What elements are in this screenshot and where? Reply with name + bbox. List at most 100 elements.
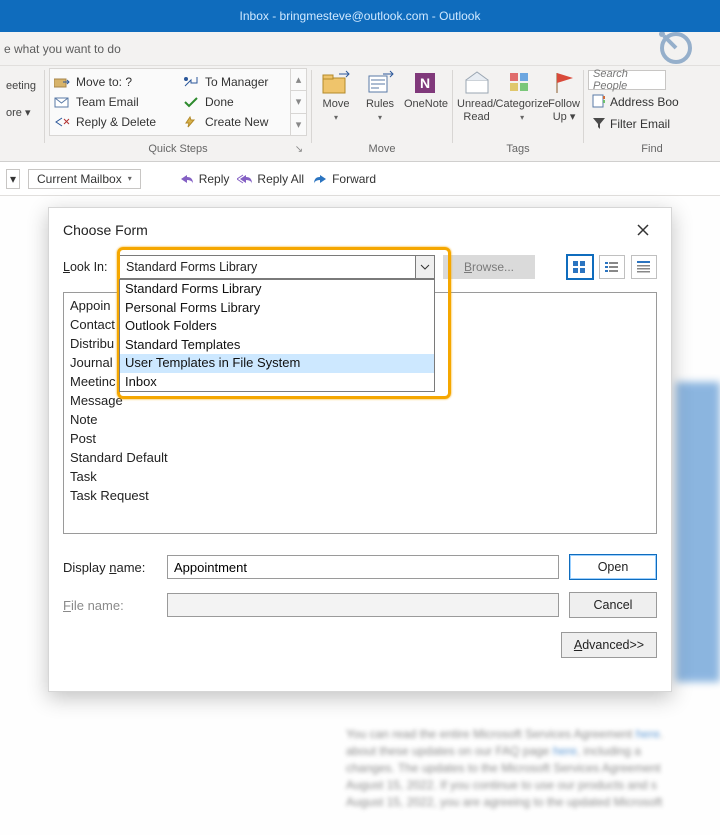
reply-label: Reply bbox=[199, 172, 230, 186]
folder-move-icon bbox=[54, 75, 70, 89]
look-in-label: Look In: bbox=[63, 260, 111, 274]
meeting-button[interactable]: eeting bbox=[4, 78, 38, 94]
chevron-down-icon bbox=[420, 264, 430, 270]
more-button[interactable]: ore ▾ bbox=[4, 104, 32, 121]
move-button[interactable]: Move ▾ bbox=[316, 68, 356, 122]
file-name-label: File name: bbox=[63, 598, 157, 613]
form-item[interactable]: Message bbox=[68, 390, 652, 409]
group-label-text: Quick Steps bbox=[148, 143, 207, 155]
advanced-button[interactable]: Advanced>> bbox=[561, 632, 657, 658]
reply-all-button[interactable]: Reply All bbox=[237, 172, 304, 186]
unread-read-button[interactable]: Unread/ Read bbox=[457, 68, 496, 124]
chevron-down-icon: ▾ bbox=[334, 113, 338, 122]
qs-label: Reply & Delete bbox=[76, 115, 156, 129]
tell-me-bar[interactable]: e what you want to do bbox=[0, 32, 720, 66]
filter-email-button[interactable]: Filter Email bbox=[588, 114, 683, 134]
look-in-combo[interactable]: Standard Forms Library Standard Forms Li… bbox=[119, 255, 435, 279]
scroll-up-icon[interactable]: ▴ bbox=[290, 69, 306, 90]
rules-label: Rules bbox=[366, 98, 394, 111]
address-book-icon bbox=[592, 94, 606, 111]
list-icon bbox=[604, 260, 620, 274]
gallery-expand-icon[interactable]: ▾ bbox=[290, 113, 306, 135]
checkmark-icon bbox=[183, 95, 199, 109]
look-in-dropdown-button[interactable] bbox=[415, 255, 435, 279]
open-button[interactable]: Open bbox=[569, 554, 657, 580]
form-item[interactable]: Post bbox=[68, 428, 652, 447]
advanced-label: Advanced>> bbox=[574, 638, 644, 652]
quick-step-create-new[interactable]: Create New bbox=[181, 113, 304, 131]
svg-text:N: N bbox=[420, 75, 430, 91]
choose-form-dialog: Choose Form Look In: Standard Forms Libr… bbox=[48, 207, 672, 692]
search-placeholder: Search People bbox=[593, 68, 661, 92]
view-large-icons[interactable] bbox=[567, 255, 593, 279]
ribbon-group-quick-steps: Move to: ? To Manager Team Email Done bbox=[45, 66, 311, 161]
details-icon bbox=[636, 260, 652, 274]
qs-label: To Manager bbox=[205, 75, 268, 89]
quick-step-done[interactable]: Done bbox=[181, 93, 304, 111]
quick-step-reply-delete[interactable]: Reply & Delete bbox=[52, 113, 175, 131]
view-mode-icons bbox=[567, 255, 657, 279]
dropdown-option[interactable]: Inbox bbox=[120, 373, 434, 392]
dialog-close-button[interactable] bbox=[629, 216, 657, 244]
onenote-button[interactable]: N OneNote bbox=[404, 68, 448, 111]
scroll-down-icon[interactable]: ▾ bbox=[290, 90, 306, 112]
unread-label: Unread/ Read bbox=[457, 98, 496, 124]
followup-button[interactable]: Follow Up ▾ bbox=[548, 68, 580, 124]
look-in-value[interactable]: Standard Forms Library bbox=[119, 255, 435, 279]
qs-label: Create New bbox=[205, 115, 268, 129]
lightning-icon bbox=[183, 115, 199, 129]
qs-label: Team Email bbox=[76, 95, 139, 109]
cancel-button[interactable]: Cancel bbox=[569, 592, 657, 618]
dropdown-option[interactable]: Standard Forms Library bbox=[120, 280, 434, 299]
ribbon-group-tags: Unread/ Read Categorize ▾ Follow Up ▾ Ta… bbox=[453, 66, 583, 161]
rules-icon bbox=[365, 70, 395, 96]
browse-label: Browse... bbox=[464, 260, 514, 274]
display-name-label: Display name: bbox=[63, 560, 157, 575]
form-item[interactable]: Task Request bbox=[68, 485, 652, 504]
quick-steps-scroll[interactable]: ▴ ▾ ▾ bbox=[290, 69, 306, 135]
forward-button[interactable]: Forward bbox=[312, 172, 376, 186]
search-people-input[interactable]: Search People bbox=[588, 70, 666, 90]
quick-step-team-email[interactable]: Team Email bbox=[52, 93, 175, 111]
reply-all-label: Reply All bbox=[257, 172, 304, 186]
search-scope-dropdown[interactable]: ▾ bbox=[6, 169, 20, 189]
current-mailbox-dropdown[interactable]: Current Mailbox ▾ bbox=[28, 169, 141, 189]
categorize-button[interactable]: Categorize ▾ bbox=[500, 68, 544, 122]
message-action-bar: ▾ Current Mailbox ▾ Reply Reply All Forw… bbox=[0, 162, 720, 196]
form-item[interactable]: Note bbox=[68, 409, 652, 428]
group-label-blank bbox=[4, 141, 40, 159]
dropdown-option[interactable]: Standard Templates bbox=[120, 336, 434, 355]
quick-step-move-to[interactable]: Move to: ? bbox=[52, 73, 175, 91]
ribbon-group-move: Move ▾ Rules ▾ N OneNote Move bbox=[312, 66, 452, 161]
dropdown-option-selected[interactable]: User Templates in File System bbox=[120, 354, 434, 373]
form-item[interactable]: Standard Default bbox=[68, 447, 652, 466]
rules-button[interactable]: Rules ▾ bbox=[360, 68, 400, 122]
form-item[interactable]: Task bbox=[68, 466, 652, 485]
quick-step-to-manager[interactable]: To Manager bbox=[181, 73, 304, 91]
move-folder-icon bbox=[321, 70, 351, 96]
envelope-icon bbox=[54, 95, 70, 109]
chevron-down-icon: ▾ bbox=[520, 113, 524, 122]
view-details[interactable] bbox=[631, 255, 657, 279]
onenote-label: OneNote bbox=[404, 98, 448, 111]
group-label-move: Move bbox=[316, 141, 448, 159]
forward-person-icon bbox=[183, 75, 199, 89]
dropdown-option[interactable]: Personal Forms Library bbox=[120, 299, 434, 318]
display-name-input[interactable] bbox=[167, 555, 559, 579]
address-book-button[interactable]: Address Boo bbox=[588, 92, 683, 112]
quick-steps-gallery[interactable]: Move to: ? To Manager Team Email Done bbox=[49, 68, 307, 136]
ribbon-group-respond: eeting ore ▾ bbox=[0, 66, 44, 161]
dropdown-option[interactable]: Outlook Folders bbox=[120, 317, 434, 336]
reply-icon bbox=[179, 172, 195, 186]
ribbon-group-find: Search People Address Boo Filter Email F… bbox=[584, 66, 720, 161]
reply-button[interactable]: Reply bbox=[179, 172, 230, 186]
look-in-dropdown-list[interactable]: Standard Forms Library Personal Forms Li… bbox=[119, 279, 435, 392]
view-list[interactable] bbox=[599, 255, 625, 279]
forward-icon bbox=[312, 172, 328, 186]
dialog-launcher-icon[interactable]: ↘ bbox=[293, 145, 305, 157]
forward-label: Forward bbox=[332, 172, 376, 186]
flag-icon bbox=[549, 70, 579, 96]
group-label-find: Find bbox=[588, 141, 716, 159]
ribbon: eeting ore ▾ Move to: ? To Manager bbox=[0, 66, 720, 162]
followup-label: Follow Up ▾ bbox=[548, 98, 580, 124]
